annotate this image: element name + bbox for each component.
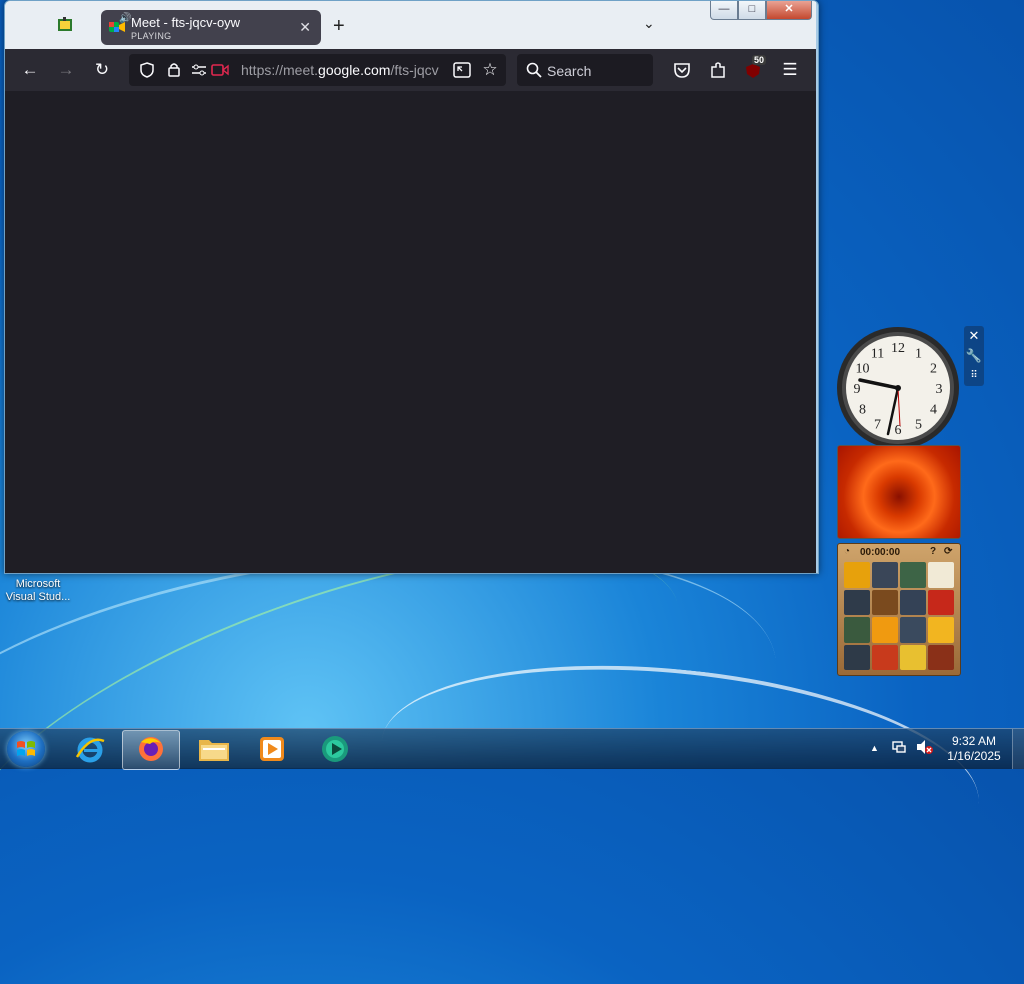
back-icon[interactable]: ← [19,59,41,81]
puzzle-hint-icon[interactable]: ? [930,546,936,557]
search-placeholder: Search [547,63,592,79]
picture-puzzle-gadget[interactable]: ◔ 00:00:00 ? ⟳ [837,543,961,676]
forward-icon[interactable]: → [55,59,77,81]
puzzle-clock-icon[interactable]: ◔ [844,546,850,557]
puzzle-tile[interactable] [872,644,898,670]
puzzle-tile[interactable] [872,562,898,588]
permissions-icon[interactable] [191,63,207,77]
search-icon [526,62,542,78]
page-content[interactable] [5,91,816,573]
teal-play-icon [322,736,348,762]
windows-logo-icon [17,741,35,756]
folder-icon [199,740,229,761]
tab-title: Meet - fts-jqcv-oyw [131,15,241,30]
app-menu-icon[interactable]: ☰ [779,59,801,81]
puzzle-grid [844,562,954,670]
show-desktop-button[interactable] [1012,729,1024,769]
puzzle-tile[interactable] [928,562,954,588]
slideshow-gadget[interactable] [837,445,961,539]
url-text: https://meet.google.com/fts-jqcv [241,62,439,78]
puzzle-tile[interactable] [844,644,870,670]
clock-numeral: 2 [930,362,937,377]
clock-numeral: 7 [874,418,881,433]
clock-numeral: 1 [915,346,922,361]
tab-strip: 🔊 Meet - fts-jqcv-oyw PLAYING ✕ + ⌄ — □ … [5,1,816,49]
puzzle-tile[interactable] [900,617,926,643]
clock-numeral: 3 [936,382,943,397]
url-bar[interactable]: https://meet.google.com/fts-jqcv ☆ [129,54,506,86]
show-hidden-icons-icon[interactable]: ▲ [870,743,879,753]
minimize-button[interactable]: — [710,1,738,20]
taskbar-internet-explorer[interactable] [62,730,118,768]
camera-sharing-icon[interactable] [211,63,229,77]
reload-icon[interactable]: ↻ [91,59,113,81]
taskbar-media-player[interactable] [244,730,300,768]
puzzle-tile[interactable] [928,589,954,615]
puzzle-header: ◔ 00:00:00 ? ⟳ [842,546,956,560]
maximize-button[interactable]: □ [738,1,766,20]
puzzle-tile[interactable] [900,562,926,588]
tracking-shield-icon[interactable] [139,62,155,78]
internet-explorer-icon [75,737,105,763]
clock-numeral: 8 [859,403,866,418]
bookmark-star-icon[interactable]: ☆ [479,59,501,81]
browser-window: 🔊 Meet - fts-jqcv-oyw PLAYING ✕ + ⌄ — □ … [4,0,819,574]
tab-close-icon[interactable]: ✕ [299,19,311,36]
taskbar-file-explorer[interactable] [186,730,242,768]
desktop-icon-label-line2: Visual Stud... [5,591,71,603]
puzzle-tile[interactable] [928,617,954,643]
start-button[interactable] [7,731,45,767]
puzzle-tile[interactable] [844,562,870,588]
taskbar-app-teal[interactable] [308,730,364,768]
firefox-icon [139,737,163,761]
volume-muted-icon[interactable] [916,739,934,758]
gadget-drag-handle-icon[interactable]: ⠿ [964,366,984,386]
new-tab-button[interactable]: + [333,15,345,38]
puzzle-tile[interactable] [844,589,870,615]
puzzle-tile[interactable] [928,644,954,670]
extension-badge-count: 50 [752,55,767,65]
clock-numeral: 9 [854,382,861,397]
puzzle-tile[interactable] [844,617,870,643]
clock-numeral: 5 [915,418,922,433]
puzzle-tile[interactable] [872,589,898,615]
ublock-icon[interactable] [745,63,761,79]
clock-numeral: 12 [891,341,905,356]
clock-numeral: 4 [930,403,937,418]
taskbar-firefox[interactable] [122,730,180,770]
media-player-icon [260,737,284,761]
puzzle-tile[interactable] [872,617,898,643]
puzzle-shuffle-icon[interactable]: ⟳ [944,546,952,557]
puzzle-tile[interactable] [900,589,926,615]
pocket-icon[interactable] [673,62,691,78]
tab-meet[interactable]: 🔊 Meet - fts-jqcv-oyw PLAYING ✕ [101,10,321,45]
taskbar: ▲ 9:32 AM 1/16/2025 [0,728,1024,770]
firefox-view-icon[interactable] [53,15,77,39]
network-icon[interactable] [891,739,907,758]
lock-icon[interactable] [167,61,181,78]
window-caption-buttons: — □ ✕ [710,1,812,20]
speaker-icon[interactable]: 🔊 [119,13,131,24]
desktop-icon-visual-studio[interactable]: Microsoft Visual Stud... [2,578,74,604]
gadget-toolbar: ✕ 🔧 ⠿ [964,326,984,386]
picture-in-picture-icon[interactable] [453,62,471,78]
gadget-close-icon[interactable]: ✕ [964,326,984,346]
search-box[interactable]: Search [517,54,653,86]
puzzle-timer: 00:00:00 [860,547,901,558]
nav-toolbar: ← → ↻ https://meet.google.com/fts-jqcv ☆… [5,49,816,91]
system-date: 1/16/2025 [947,749,1001,763]
desktop-icon-label-line1: Microsoft [15,578,61,590]
close-button[interactable]: ✕ [766,1,812,20]
extensions-icon[interactable] [709,61,727,79]
system-clock[interactable]: 9:32 AM 1/16/2025 [940,734,1008,764]
clock-numeral: 11 [871,346,884,361]
system-time: 9:32 AM [951,734,997,748]
list-all-tabs-icon[interactable]: ⌄ [643,15,655,32]
tab-status: PLAYING [131,31,172,41]
puzzle-tile[interactable] [900,644,926,670]
clock-numeral: 10 [855,362,869,377]
clock-gadget[interactable]: 12 1234567891011 [836,326,960,450]
gadget-options-wrench-icon[interactable]: 🔧 [964,346,984,366]
